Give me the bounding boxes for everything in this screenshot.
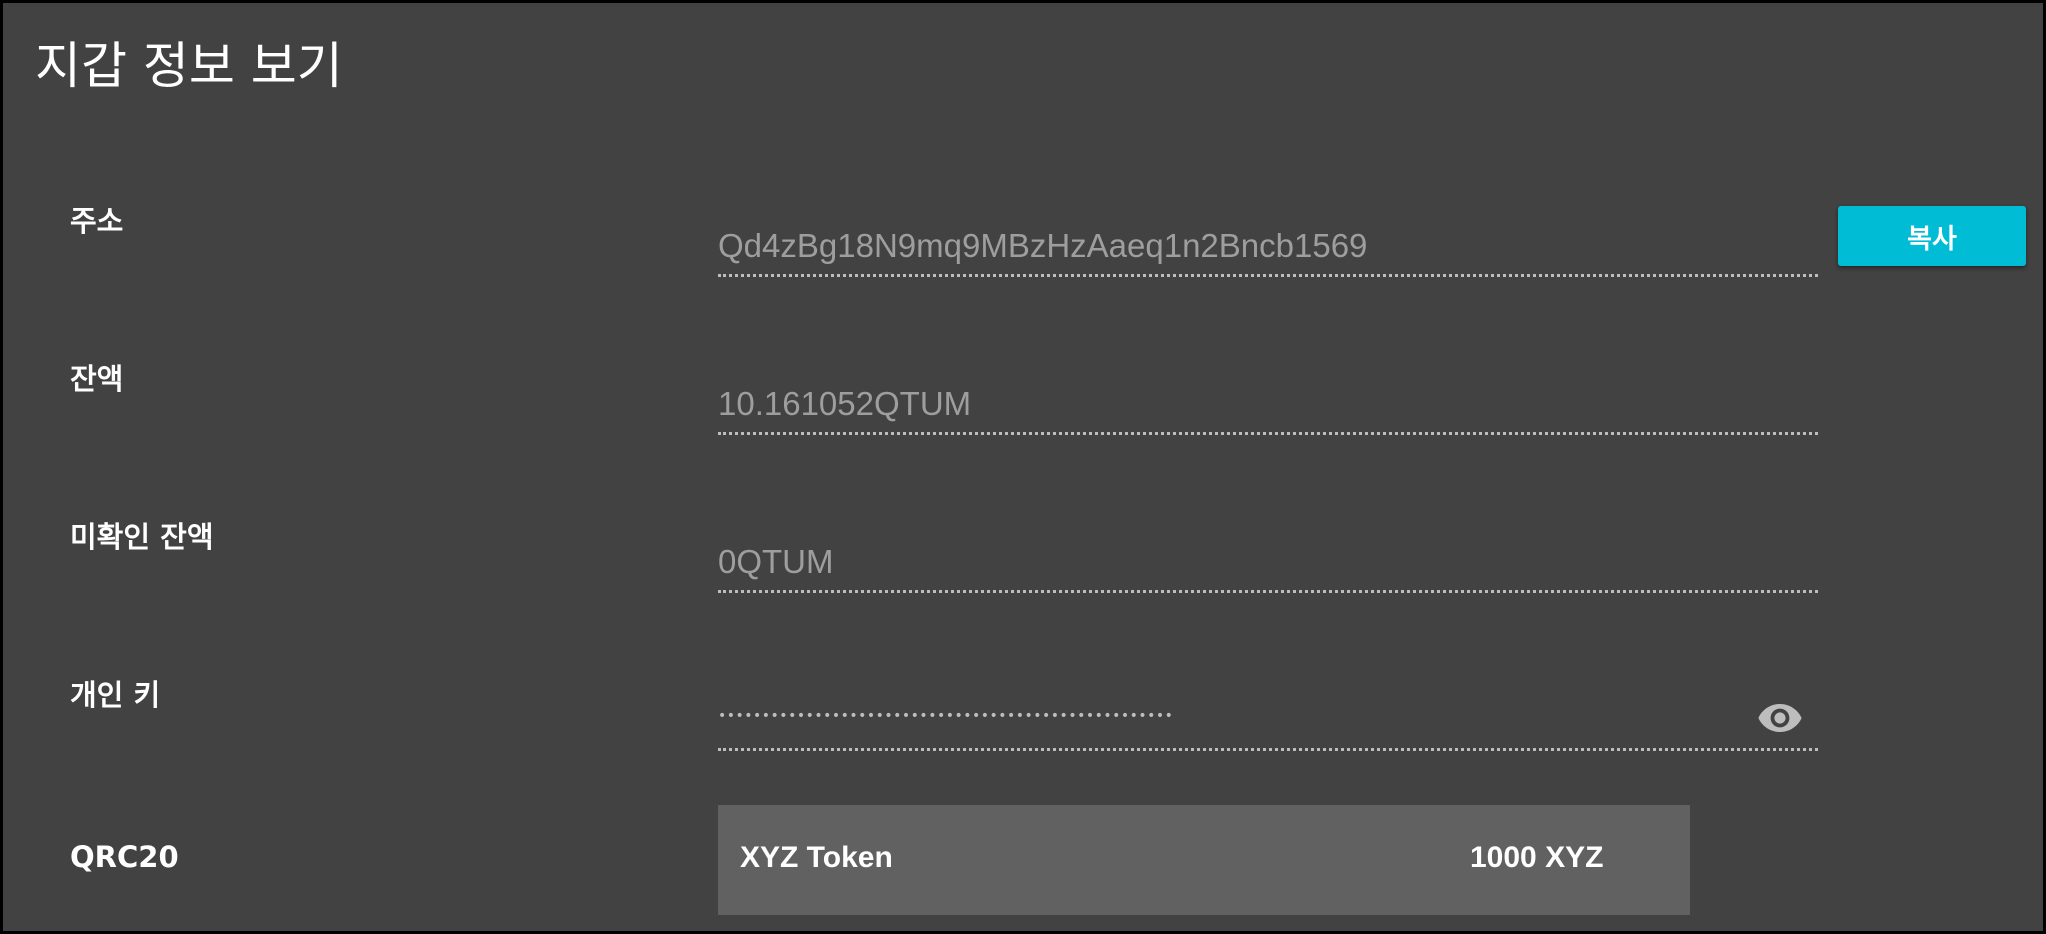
token-row: XYZ Token 1000 XYZ xyxy=(718,805,1690,915)
unconfirmed-balance-value: 0QTUM xyxy=(718,543,834,580)
wallet-info-window: 지갑 정보 보기 주소 Qd4zBg18N9mq9MBzHzAaeq1n2Bnc… xyxy=(0,0,2046,934)
private-key-masked-value: ••••••••••••••••••••••••••••••••••••••••… xyxy=(718,708,1174,724)
token-name: XYZ Token xyxy=(740,841,893,874)
private-key-field[interactable]: ••••••••••••••••••••••••••••••••••••••••… xyxy=(718,693,1818,751)
unconfirmed-balance-label: 미확인 잔액 xyxy=(70,520,214,554)
unconfirmed-balance-field: 0QTUM xyxy=(718,535,1818,593)
address-value: Qd4zBg18N9mq9MBzHzAaeq1n2Bncb1569 xyxy=(718,227,1368,264)
balance-label: 잔액 xyxy=(70,362,124,396)
eye-icon xyxy=(1758,704,1802,732)
address-field[interactable]: Qd4zBg18N9mq9MBzHzAaeq1n2Bncb1569 xyxy=(718,219,1818,277)
show-private-key-toggle[interactable] xyxy=(1753,691,1807,745)
address-label: 주소 xyxy=(70,204,124,238)
balance-value: 10.161052QTUM xyxy=(718,385,972,422)
page-title: 지갑 정보 보기 xyxy=(35,37,343,95)
qrc20-label: QRC20 xyxy=(70,840,179,874)
private-key-label: 개인 키 xyxy=(70,678,161,712)
balance-field: 10.161052QTUM xyxy=(718,377,1818,435)
token-amount: 1000 XYZ xyxy=(1470,841,1604,874)
copy-button[interactable]: 복사 xyxy=(1838,206,2026,266)
